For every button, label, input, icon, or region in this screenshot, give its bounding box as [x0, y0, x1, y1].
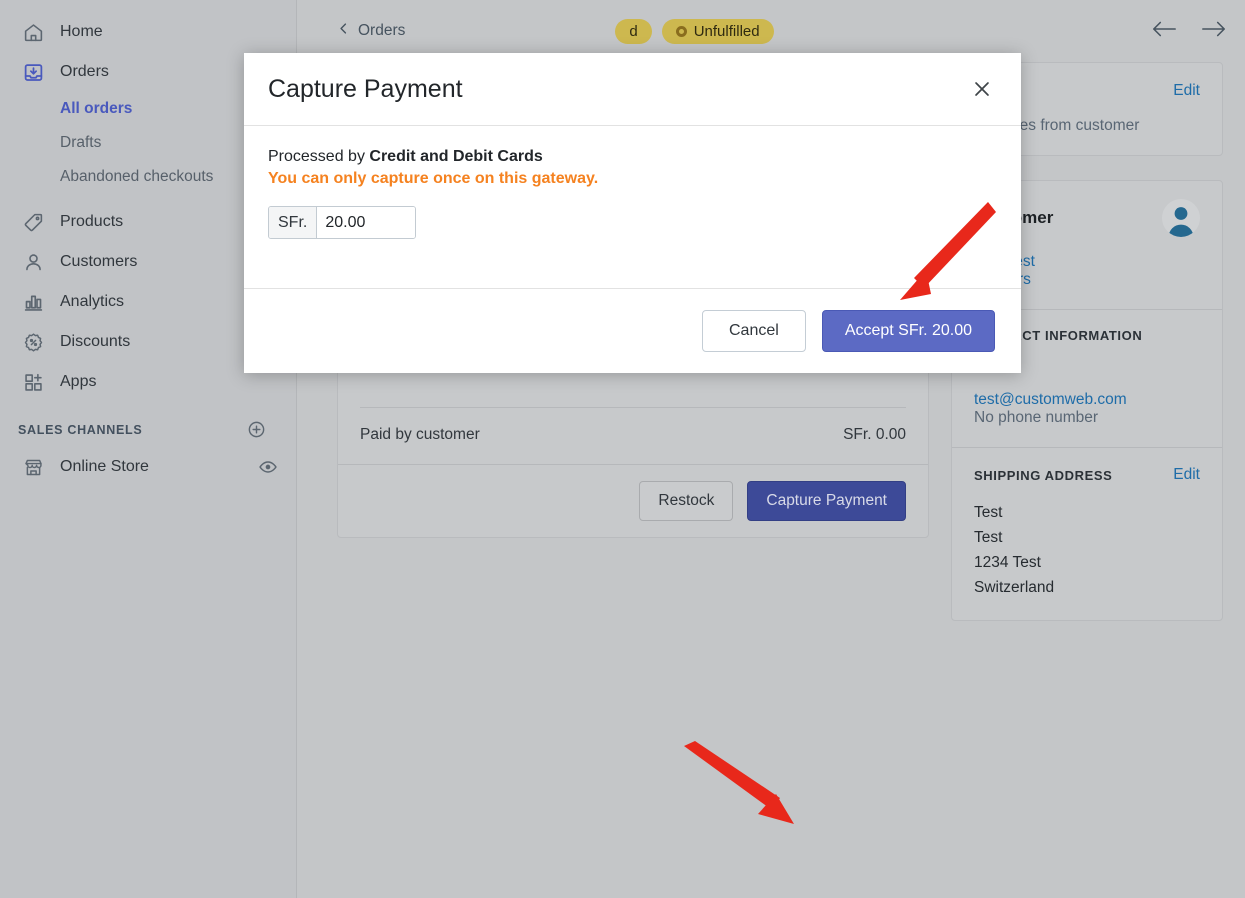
sidebar-item-label: Orders: [60, 63, 109, 80]
capture-warning-text: You can only capture once on this gatewa…: [268, 170, 599, 187]
address-line: Test: [974, 529, 1003, 546]
modal-title: Capture Payment: [268, 74, 463, 103]
storefront-icon: [22, 456, 44, 478]
shipping-address-section: SHIPPING ADDRESS Edit Test Test 1234 Tes…: [952, 447, 1222, 620]
order-status-badges: d Unfulfilled: [615, 18, 774, 44]
capture-payment-button[interactable]: Capture Payment: [747, 481, 906, 521]
sales-channels-title: SALES CHANNELS: [18, 422, 143, 437]
tag-icon: [22, 211, 44, 233]
apps-grid-plus-icon: [22, 371, 44, 393]
person-icon: [22, 251, 44, 273]
address-line: Test: [974, 504, 1003, 521]
status-badge-partial: d: [615, 18, 652, 44]
capture-amount-group: SFr.: [268, 206, 417, 239]
capture-payment-modal: Capture Payment Processed by Credit and …: [244, 53, 1021, 373]
modal-header: Capture Payment: [244, 53, 1021, 126]
payment-card-actions: Restock Capture Payment: [338, 464, 928, 537]
address-line: Switzerland: [974, 579, 1055, 596]
paid-label: Paid by customer: [360, 426, 480, 443]
circle-plus-icon[interactable]: [247, 420, 266, 439]
avatar-icon: [1162, 199, 1200, 237]
address-line: 1234 Test: [974, 554, 1041, 571]
sidebar-item-online-store[interactable]: Online Store: [0, 447, 296, 487]
sidebar-item-label: Apps: [60, 373, 97, 390]
status-badge-label: d: [629, 22, 638, 40]
home-icon: [22, 21, 44, 43]
eye-icon[interactable]: [258, 457, 278, 477]
close-icon[interactable]: [967, 74, 997, 104]
sidebar-item-label: Discounts: [60, 333, 131, 350]
modal-body: Processed by Credit and Debit Cards You …: [244, 126, 1021, 288]
sidebar-item-label: Home: [60, 23, 103, 40]
arrow-left-icon[interactable]: [1151, 19, 1177, 44]
sidebar-subitem-label: Abandoned checkouts: [60, 168, 214, 185]
bar-chart-icon: [22, 291, 44, 313]
sidebar-item-label: Analytics: [60, 293, 125, 310]
currency-prefix-label: SFr.: [269, 207, 318, 238]
pagination-arrows: [1151, 19, 1227, 44]
capture-amount-input[interactable]: [317, 207, 416, 238]
paid-amount: SFr. 0.00: [843, 426, 906, 443]
sidebar-subitem-label: All orders: [60, 100, 133, 117]
paid-by-customer-row: Paid by customer SFr. 0.00: [338, 408, 928, 464]
shipping-heading: SHIPPING ADDRESS: [974, 467, 1113, 483]
shipping-edit-link[interactable]: Edit: [1173, 466, 1200, 484]
breadcrumb-label: Orders: [358, 22, 406, 39]
gateway-name: Credit and Debit Cards: [369, 148, 543, 165]
customer-phone: No phone number: [974, 409, 1099, 426]
sidebar-item-label: Products: [60, 213, 124, 230]
processed-by-prefix: Processed by: [268, 148, 370, 165]
sales-channels-header: SALES CHANNELS: [0, 402, 296, 447]
sidebar-item-label: Online Store: [60, 458, 149, 475]
chevron-left-icon: [337, 21, 350, 41]
sidebar-item-label: Customers: [60, 253, 138, 270]
discount-percent-icon: [22, 331, 44, 353]
sidebar-subitem-label: Drafts: [60, 134, 102, 151]
sidebar-item-home[interactable]: Home: [0, 12, 296, 52]
status-badge-label: Unfulfilled: [693, 22, 760, 40]
notes-edit-link[interactable]: Edit: [1173, 82, 1200, 100]
cancel-button[interactable]: Cancel: [702, 310, 806, 352]
status-badge-unfulfilled: Unfulfilled: [661, 18, 774, 44]
arrow-right-icon[interactable]: [1201, 19, 1227, 44]
breadcrumb[interactable]: Orders: [337, 21, 405, 41]
orders-inbox-icon: [22, 61, 44, 83]
modal-footer: Cancel Accept SFr. 20.00: [244, 288, 1021, 373]
customer-email-link[interactable]: test@customweb.com: [974, 391, 1200, 409]
processed-by-line: Processed by Credit and Debit Cards: [268, 148, 997, 166]
accept-payment-button[interactable]: Accept SFr. 20.00: [821, 310, 995, 352]
restock-button[interactable]: Restock: [639, 481, 734, 521]
shipping-header: SHIPPING ADDRESS Edit: [974, 466, 1200, 484]
ring-icon: [675, 25, 687, 37]
